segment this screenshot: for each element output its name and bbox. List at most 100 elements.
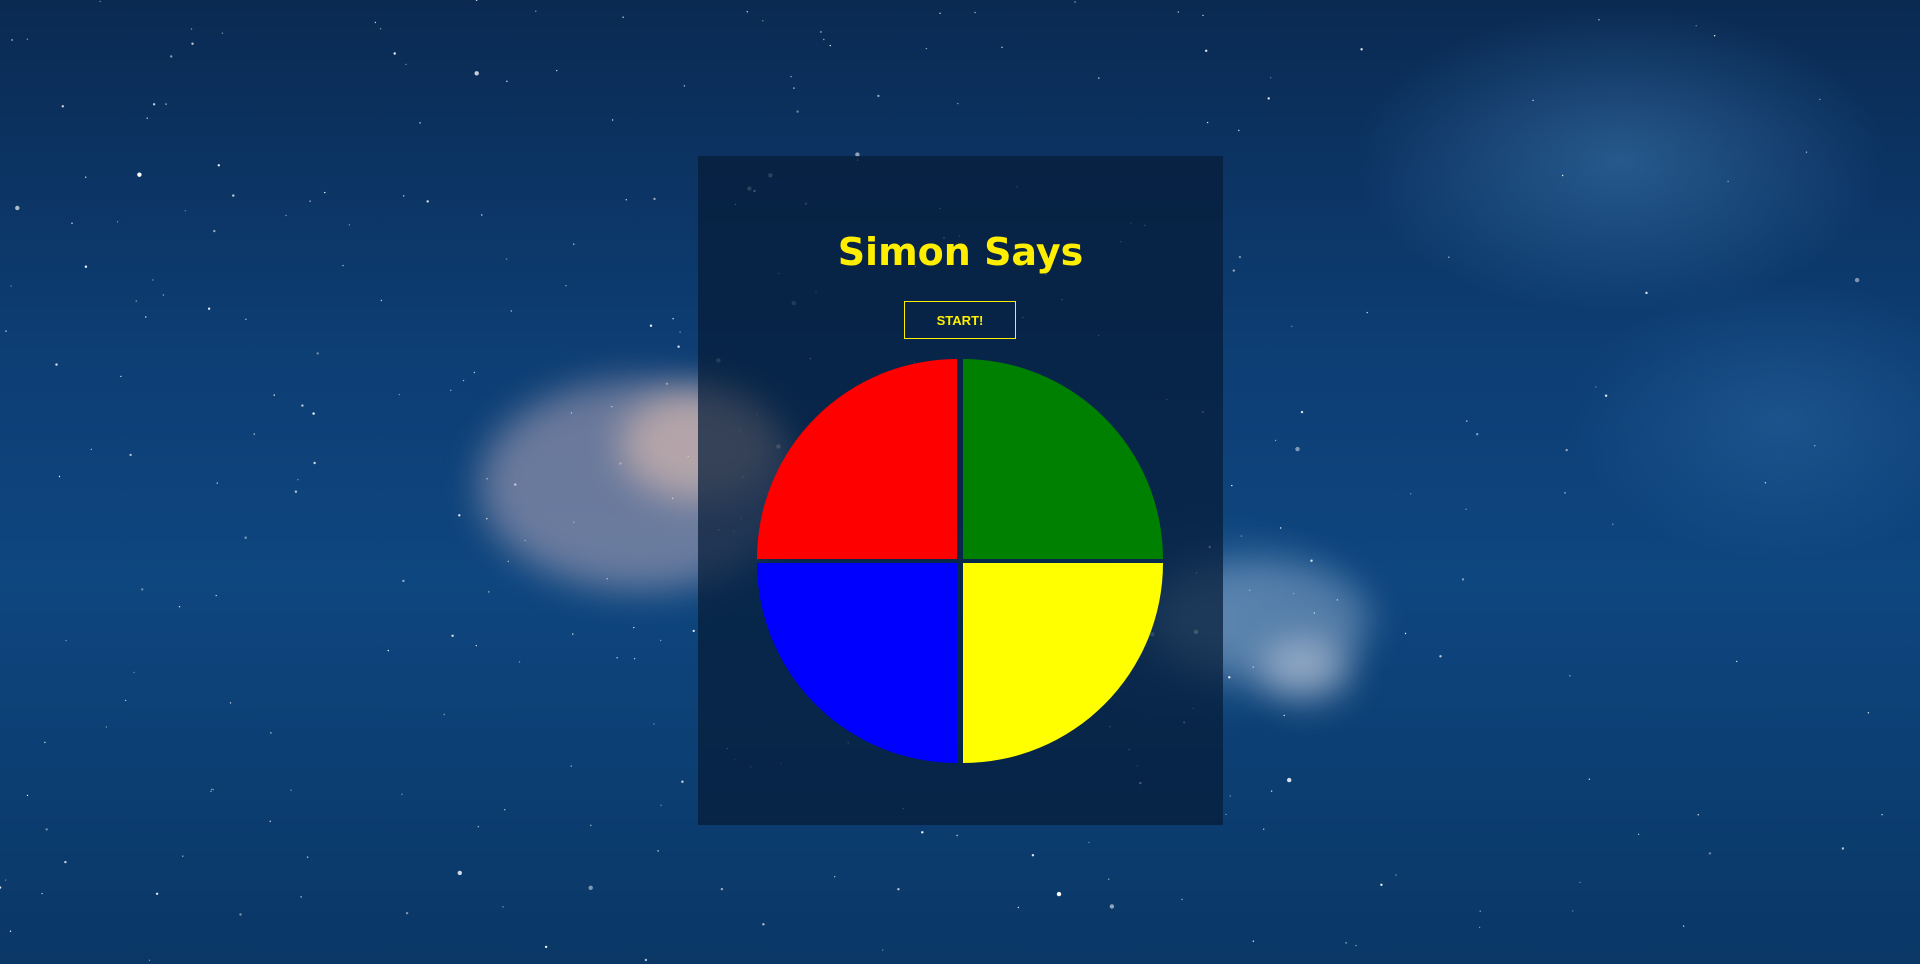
star xyxy=(762,20,764,22)
star xyxy=(184,210,186,212)
star xyxy=(1595,386,1597,388)
star xyxy=(393,52,396,55)
star xyxy=(1360,48,1363,51)
star xyxy=(152,103,156,106)
game-panel: Simon Says START! xyxy=(698,156,1223,825)
star xyxy=(486,518,488,520)
star xyxy=(897,888,900,891)
star xyxy=(145,316,147,318)
star xyxy=(26,38,29,40)
star xyxy=(957,102,959,105)
star xyxy=(622,16,624,18)
star xyxy=(426,200,429,203)
star xyxy=(58,475,61,478)
star xyxy=(244,536,247,539)
star xyxy=(1564,492,1566,494)
star xyxy=(1645,291,1648,295)
star xyxy=(823,38,825,41)
star xyxy=(457,870,462,876)
star xyxy=(1561,174,1564,177)
star xyxy=(285,214,287,217)
red-pad[interactable] xyxy=(757,359,957,559)
star xyxy=(1274,439,1277,442)
star xyxy=(297,479,299,481)
star xyxy=(1181,898,1183,901)
star xyxy=(419,122,421,124)
star xyxy=(84,265,88,268)
star xyxy=(245,318,247,320)
star xyxy=(324,191,326,194)
star xyxy=(565,285,567,287)
star xyxy=(1270,790,1273,792)
blue-pad[interactable] xyxy=(757,563,957,763)
star xyxy=(1565,448,1568,452)
star xyxy=(481,214,483,216)
start-button[interactable]: START! xyxy=(904,301,1016,339)
star xyxy=(221,32,224,34)
star xyxy=(1572,910,1574,912)
star xyxy=(162,294,165,296)
star xyxy=(921,831,924,834)
star xyxy=(124,699,127,702)
star xyxy=(253,433,255,435)
green-pad[interactable] xyxy=(963,359,1163,559)
star xyxy=(207,307,211,310)
star xyxy=(1404,632,1407,635)
star xyxy=(1280,527,1282,529)
star xyxy=(1270,77,1272,79)
star xyxy=(611,406,613,408)
star xyxy=(1225,813,1227,816)
star xyxy=(474,71,479,76)
star xyxy=(720,887,724,891)
star xyxy=(294,490,298,493)
star xyxy=(1380,883,1383,886)
star xyxy=(514,483,517,486)
star xyxy=(1604,394,1608,397)
star xyxy=(1231,484,1233,487)
star xyxy=(178,606,181,608)
star xyxy=(507,560,509,563)
star xyxy=(1579,881,1581,884)
star xyxy=(681,780,684,783)
star xyxy=(504,809,506,811)
yellow-pad[interactable] xyxy=(963,563,1163,763)
star xyxy=(10,285,12,287)
star xyxy=(633,626,635,629)
star xyxy=(1088,841,1090,844)
star xyxy=(239,913,242,916)
star xyxy=(1598,19,1600,21)
star xyxy=(1727,180,1729,183)
star xyxy=(5,330,7,332)
star xyxy=(1588,778,1591,780)
star xyxy=(443,713,445,716)
star xyxy=(1867,712,1870,714)
star xyxy=(679,331,681,333)
star xyxy=(11,39,13,41)
star xyxy=(116,221,119,223)
star xyxy=(273,394,275,396)
star xyxy=(692,629,695,633)
star xyxy=(1232,269,1236,272)
star xyxy=(1283,714,1285,717)
star xyxy=(64,860,67,864)
star xyxy=(687,455,689,458)
star xyxy=(1695,25,1697,27)
star xyxy=(152,279,154,281)
star xyxy=(387,649,389,652)
star xyxy=(619,462,622,465)
star xyxy=(1345,942,1347,944)
star xyxy=(229,702,232,704)
star xyxy=(232,194,235,197)
star xyxy=(1229,795,1231,797)
star xyxy=(1252,666,1254,668)
star xyxy=(1805,151,1808,153)
star xyxy=(572,633,574,635)
star xyxy=(649,324,653,327)
star xyxy=(133,671,135,674)
star xyxy=(1814,445,1816,447)
star xyxy=(1267,97,1270,100)
star xyxy=(1108,878,1110,880)
star xyxy=(1736,660,1738,663)
star xyxy=(606,578,608,580)
star xyxy=(9,930,12,932)
